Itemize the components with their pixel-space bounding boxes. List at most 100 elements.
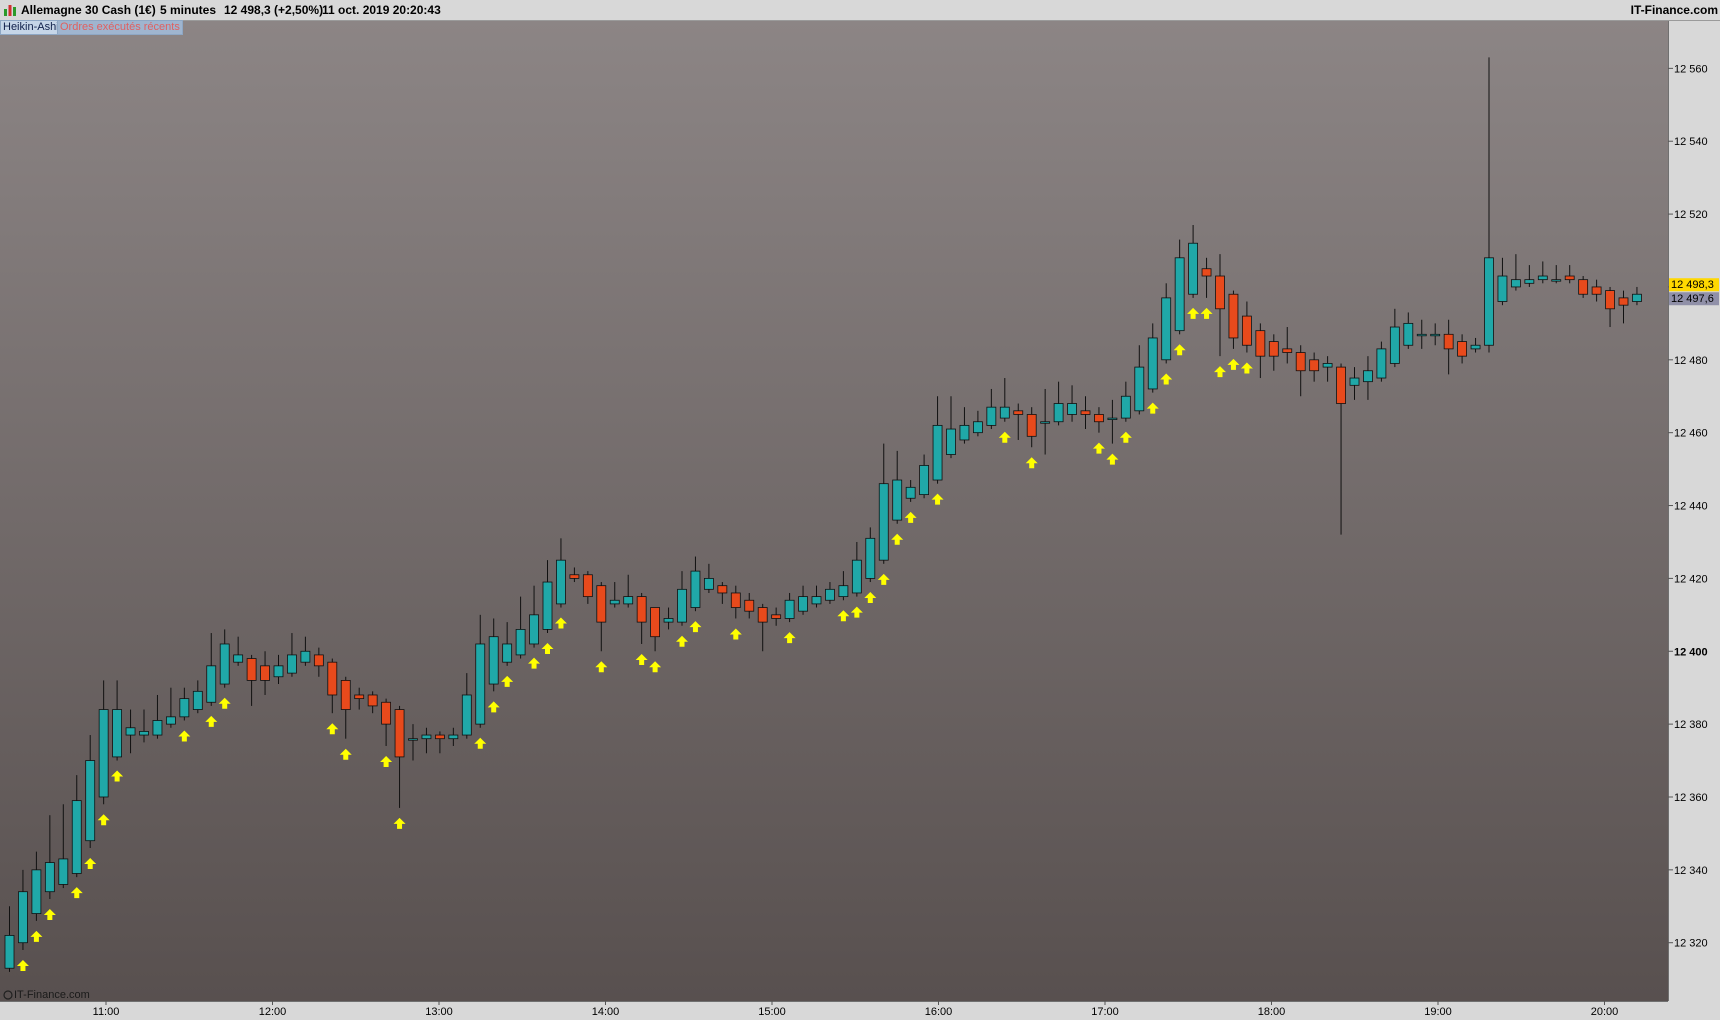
time-tick-label: 20:00 — [1591, 1006, 1619, 1018]
candle-body — [58, 858, 69, 885]
candle-body — [1188, 242, 1198, 295]
candle-body — [85, 760, 96, 842]
candle-body — [650, 607, 660, 638]
time-tick-label: 11:00 — [93, 1006, 120, 1018]
candle-body — [784, 599, 795, 619]
candle-body — [1618, 297, 1629, 306]
time-tick-label: 15:00 — [758, 1006, 786, 1018]
candle-body — [919, 465, 929, 496]
candle-body — [905, 486, 916, 499]
candle-body — [273, 665, 284, 678]
candle-body — [1605, 290, 1615, 310]
candle-body — [502, 643, 513, 663]
candle-body — [434, 734, 445, 740]
time-tick-label: 14:00 — [592, 1006, 620, 1018]
candle-body — [1591, 286, 1602, 295]
candle-body — [582, 574, 593, 598]
candle-body — [313, 654, 324, 667]
candle-body — [1013, 410, 1024, 415]
candle-body — [771, 614, 782, 619]
time-tick-label: 12:00 — [259, 1006, 287, 1018]
candle-body — [1201, 268, 1212, 277]
candle-body — [717, 585, 728, 594]
candle-body — [730, 592, 741, 608]
time-tick-label: 16:00 — [925, 1006, 953, 1018]
price-tick-label: 12 480 — [1674, 355, 1708, 367]
candle-body — [892, 479, 903, 521]
candle-body — [408, 738, 418, 741]
candle-body — [744, 599, 755, 612]
candle-body — [1497, 275, 1508, 302]
candle-body — [44, 862, 55, 893]
candle-body — [394, 709, 405, 758]
candle-body — [1443, 333, 1454, 350]
candle-body — [825, 588, 835, 601]
indicator-tag[interactable]: Heikin-Ashi — [0, 20, 62, 35]
candle-body — [71, 800, 82, 874]
time-tick-label: 19:00 — [1424, 1006, 1452, 1018]
watermark: IT-Finance.com — [14, 989, 90, 1001]
candle-body — [152, 720, 163, 736]
prev-price-label: 12 497,6 — [1671, 293, 1714, 305]
price-tick-label: 12 360 — [1674, 792, 1708, 804]
candle-body — [609, 599, 620, 605]
candle-body — [529, 614, 539, 645]
candle-body — [569, 574, 580, 579]
price-tick-label: 12 320 — [1674, 938, 1708, 950]
candle-body — [663, 618, 674, 623]
candle-body — [1161, 297, 1172, 361]
candle-body — [1537, 275, 1548, 281]
time-tick-label: 18:00 — [1258, 1006, 1286, 1018]
candle-body — [1336, 366, 1346, 404]
candle-body — [1457, 341, 1467, 357]
candle-body — [999, 406, 1010, 419]
plot-background — [0, 21, 1668, 1001]
candle-body — [690, 570, 701, 608]
candle-body — [1174, 257, 1185, 332]
price-chart[interactable]: 12 320 12 340 12 360 12 380 12 400 12 420 12 4… — [0, 0, 1720, 1020]
price-tick-label: 12 340 — [1674, 865, 1708, 877]
candle-body — [636, 596, 647, 623]
candle-body — [287, 654, 297, 674]
candle-body — [1120, 395, 1131, 419]
candle-body — [1376, 348, 1387, 379]
candle-body — [139, 731, 149, 736]
candle-body — [515, 629, 526, 656]
candle-body — [421, 734, 432, 740]
price-tick-label: 12 540 — [1674, 136, 1708, 148]
candle-body — [556, 559, 566, 605]
candle-body — [125, 727, 136, 736]
candle-body — [179, 698, 190, 718]
candle-body — [1107, 417, 1118, 421]
candle-body — [1349, 377, 1360, 386]
candle-body — [1295, 352, 1306, 372]
candle-body — [448, 734, 459, 740]
candle-body — [1564, 275, 1575, 281]
candle-body — [798, 596, 808, 612]
candle-body — [1147, 337, 1158, 390]
price-tick-label: 12 380 — [1674, 719, 1708, 731]
candle-body — [1632, 293, 1642, 302]
candle-body — [1094, 414, 1104, 423]
candle-body — [340, 680, 351, 710]
candle — [1578, 276, 1589, 298]
candle-body — [354, 694, 365, 700]
candle-body — [327, 661, 338, 696]
candle-body — [986, 406, 997, 426]
candle-body — [851, 559, 862, 594]
candle-body — [112, 709, 122, 758]
candle-body — [1215, 275, 1225, 310]
orders-tag[interactable]: Ordres exécutés récents — [57, 20, 183, 35]
price-tick-label: 12 460 — [1674, 428, 1708, 440]
candle-body — [1040, 421, 1051, 424]
candle-body — [677, 588, 687, 623]
candle-body — [946, 428, 956, 455]
candle-body — [367, 694, 378, 707]
candle-body — [1430, 333, 1441, 337]
candle-body — [233, 654, 244, 663]
candle-body — [488, 636, 499, 685]
candle-body — [260, 665, 270, 681]
candle-body — [1511, 279, 1521, 288]
candle-body — [1484, 257, 1494, 346]
candle-body — [1053, 403, 1064, 423]
